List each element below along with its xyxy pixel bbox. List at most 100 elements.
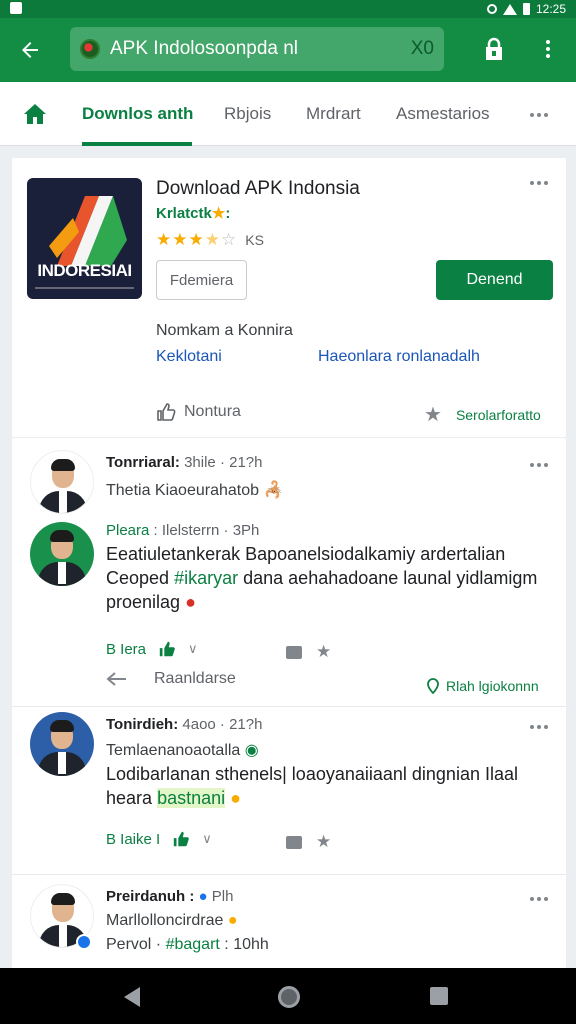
emoji-icon: ● — [185, 592, 196, 612]
system-nav-bar — [0, 968, 576, 1024]
more-dot-icon — [544, 897, 548, 901]
back-button[interactable] — [12, 32, 48, 68]
app-icon[interactable]: INDORESIAI — [27, 178, 142, 299]
app-card-more-button[interactable] — [530, 178, 550, 188]
author-name: Pleara — [106, 522, 150, 539]
tab-rbjois[interactable]: Rbjois — [224, 82, 271, 146]
app-link-left[interactable]: Keklotani — [156, 348, 222, 366]
tab-bar: Downlos anth Rbjois Mrdrart Asmestarios — [0, 82, 576, 146]
reaction-row[interactable]: B Iaike I ∨ — [106, 830, 212, 848]
comment-icon[interactable] — [286, 835, 302, 849]
overflow-menu-button[interactable] — [536, 36, 560, 62]
avatar-hair — [51, 459, 75, 471]
nav-recents-icon[interactable] — [430, 987, 448, 1005]
post-author[interactable]: Tonrriaral: 3hile · 21?h — [106, 454, 262, 471]
avatar[interactable] — [30, 522, 94, 586]
post-author[interactable]: Tonirdieh: 4aoo · 21?h — [106, 716, 262, 733]
nav-back-icon[interactable] — [124, 987, 140, 1007]
reaction-label: B Iaike I — [106, 830, 161, 848]
share-row[interactable]: Raanldarse — [106, 670, 236, 688]
share-arrow-icon — [106, 672, 126, 686]
tab-asmestarios[interactable]: Asmestarios — [396, 82, 490, 146]
post-text: Thetia Kiaoeurahatob 🦂 — [106, 482, 284, 499]
star-icon: ★ — [156, 230, 172, 249]
post-subline2-suffix: : 10hh — [224, 936, 269, 953]
tab-home[interactable] — [22, 102, 48, 126]
post-author[interactable]: Pleara : Ilelsterrn · 3Ph — [106, 522, 259, 539]
post-subline: Marllolloncirdrae ● — [106, 912, 238, 930]
avatar[interactable] — [30, 712, 94, 776]
divider — [12, 874, 566, 875]
more-dot-icon — [530, 463, 534, 467]
avatar-shirt — [59, 491, 67, 513]
secondary-button[interactable]: Fdemiera — [156, 260, 247, 300]
more-dot-icon — [537, 463, 541, 467]
reaction-row[interactable]: B Iera ∨ — [106, 640, 198, 658]
install-button[interactable]: Denend — [436, 260, 553, 300]
thumbs-up-icon — [174, 831, 190, 847]
more-dot-icon — [537, 897, 541, 901]
search-box[interactable]: X0 — [70, 27, 444, 71]
star-empty-icon: ☆ — [221, 230, 237, 249]
app-meta-line: Nomkam a Konnira — [156, 322, 293, 339]
avatar-hair — [51, 893, 75, 905]
check-circle-icon: ◉ — [244, 742, 259, 759]
more-dot-icon — [537, 725, 541, 729]
app-developer[interactable]: Krlatctk★: — [156, 204, 230, 222]
smile-emoji-icon: ● — [230, 788, 242, 808]
reaction-label: B Iera — [106, 640, 147, 658]
post-tools: ★ — [286, 642, 331, 662]
location-pin-icon — [427, 678, 439, 694]
search-input[interactable] — [110, 38, 405, 60]
list-item: Preirdanuh : ● Plh Marllolloncirdrae ● P… — [12, 884, 566, 968]
status-icons: 12:25 — [486, 2, 566, 16]
more-dot-icon — [544, 181, 548, 185]
tabs-more-button[interactable] — [530, 110, 550, 120]
star-icon[interactable]: ★ — [316, 832, 331, 852]
list-item: Pleara : Ilelsterrn · 3Ph Eeatiuletanker… — [12, 522, 566, 702]
more-dot-icon — [530, 181, 534, 185]
post-hashtag[interactable]: #ikaryar — [174, 568, 238, 588]
nav-home-icon[interactable] — [278, 986, 300, 1008]
tab-downloads[interactable]: Downlos anth — [82, 82, 193, 146]
status-bar: 12:25 — [0, 0, 576, 18]
post-subline2-prefix: Pervol · — [106, 936, 162, 953]
more-dot-icon — [544, 113, 548, 117]
active-tab-indicator — [82, 142, 192, 146]
avatar-hair — [50, 720, 74, 732]
more-dot-icon — [537, 113, 541, 117]
post-time: 3hile · 21?h — [184, 454, 263, 471]
avatar-shirt — [59, 925, 67, 947]
star-icon: ★ — [172, 230, 188, 249]
follow-link[interactable]: Rlah lgiokonnn — [426, 678, 539, 694]
follow-label: Rlah lgiokonnn — [446, 678, 539, 694]
like-action[interactable]: Nontura — [156, 402, 241, 422]
developer-star-icon: ★ — [211, 205, 226, 222]
star-icon[interactable]: ★ — [316, 642, 331, 662]
app-link-right[interactable]: Haeonlara ronlanadalh — [318, 348, 480, 366]
comment-icon[interactable] — [286, 645, 302, 659]
arrow-left-icon — [22, 42, 38, 58]
post-more-button[interactable] — [530, 722, 550, 732]
clear-search-button[interactable]: X0 — [411, 38, 434, 60]
more-dot-icon — [546, 54, 550, 58]
avatar-shirt — [58, 752, 66, 774]
save-action[interactable]: ★ Serolarforatto — [424, 402, 541, 427]
tab-mrdrart[interactable]: Mrdrart — [306, 82, 361, 146]
post-hashtag[interactable]: #bagart — [166, 936, 220, 953]
site-logo-icon — [80, 39, 100, 59]
post-subline-2: Pervol · #bagart : 10hh — [106, 936, 269, 954]
post-author[interactable]: Preirdanuh : ● Plh — [106, 888, 233, 905]
battery-icon — [522, 3, 530, 15]
thumbs-up-outline-icon — [157, 403, 176, 421]
lock-button[interactable] — [482, 36, 506, 62]
share-label: Raanldarse — [154, 670, 236, 687]
more-dot-icon — [544, 463, 548, 467]
avatar-shirt — [58, 562, 66, 584]
more-dot-icon — [546, 47, 550, 51]
post-text-suffix: dana aehahadoane launal yidlamigm proeni… — [106, 568, 538, 612]
app-icon-strip — [35, 287, 134, 289]
post-more-button[interactable] — [530, 460, 550, 470]
avatar[interactable] — [30, 450, 94, 514]
post-more-button[interactable] — [530, 894, 550, 904]
